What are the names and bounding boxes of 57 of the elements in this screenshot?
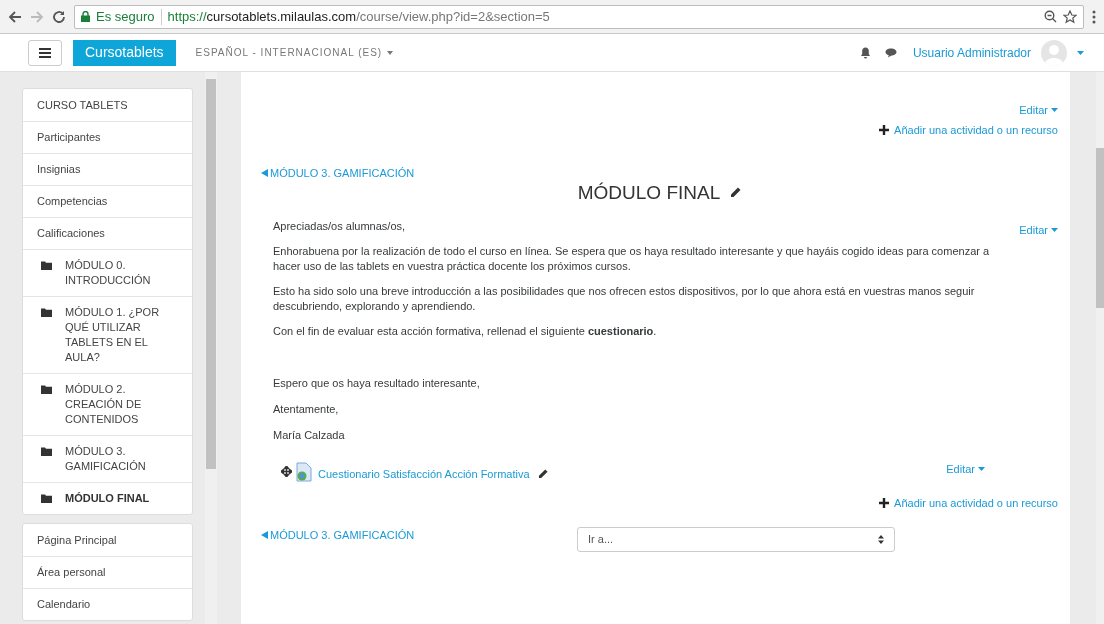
caret-icon [1051, 228, 1058, 232]
folder-icon [41, 261, 52, 270]
paragraph: Esto ha sido solo una breve introducción a las posibilidades que nos ofrecen estos dispositivos, por lo que ahora está en vuestras manos seguir descubriendo, explorando y aprendiendo. [273, 284, 976, 314]
folder-icon [41, 494, 52, 503]
section-title: MÓDULO FINAL [577, 180, 721, 205]
sidebar-item[interactable]: MÓDULO 2. CREACIÓN DE CONTENIDOS [23, 373, 192, 435]
folder-icon [41, 308, 52, 317]
sidebar-item[interactable]: MÓDULO 0. INTRODUCCIÓN [23, 249, 192, 296]
move-icon[interactable] [281, 466, 292, 478]
plus-icon [879, 124, 890, 135]
bell-icon[interactable] [859, 46, 871, 59]
sidebar-item[interactable]: Insignias [23, 153, 192, 185]
sidebar-item[interactable]: MÓDULO FINAL [23, 482, 192, 514]
caret-icon [387, 50, 394, 55]
paragraph: Con el fin de evaluar esta acción formativa, rellenad el siguiente cuestionario. [273, 324, 658, 339]
sidebar-item[interactable]: Página Principal [23, 524, 192, 556]
folder-icon [41, 385, 52, 394]
page-scrollbar[interactable] [1096, 72, 1104, 624]
sidebar-item[interactable]: MÓDULO 3. GAMIFICACIÓN [23, 435, 192, 482]
sidebar-item[interactable]: Competencias [23, 185, 192, 217]
sidebar-item[interactable]: MÓDULO 1. ¿POR QUÉ UTILIZAR TABLETS EN EL AULA? [23, 296, 192, 373]
menu-icon[interactable] [1092, 9, 1096, 24]
caret-icon [978, 466, 985, 471]
chat-icon[interactable] [884, 47, 897, 58]
folder-icon [41, 447, 52, 456]
hamburger-icon [39, 47, 51, 58]
address-bar[interactable]: Es seguro https://cursotablets.milaulas.com/course/view.php?id=2&section=5 [74, 4, 1084, 29]
select-arrows-icon [878, 535, 884, 544]
paragraph: Espero que os haya resultado interesante, [273, 376, 481, 391]
left-triangle-icon [261, 169, 268, 178]
lock-icon [81, 11, 90, 22]
left-triangle-icon [261, 531, 268, 540]
language-menu[interactable]: ESPAÑOL - INTERNACIONAL (ES) [195, 45, 394, 60]
security-label: Es seguro [96, 7, 155, 26]
caret-icon [1051, 108, 1058, 113]
pencil-icon[interactable] [730, 187, 742, 199]
menu-button[interactable] [28, 39, 62, 66]
sidebar-item[interactable]: Calificaciones [23, 217, 192, 249]
star-icon[interactable] [1063, 9, 1077, 24]
quiz-document-icon [295, 461, 313, 482]
paragraph: Apreciadas/os alumnas/os, [273, 219, 407, 234]
url-text: https://cursotablets.milaulas.com/course/view.php?id=2&section=5 [167, 7, 550, 26]
jump-select[interactable]: Ir a... [577, 527, 895, 552]
zoom-out-icon[interactable] [1044, 10, 1057, 23]
sidebar-item[interactable]: Participantes [23, 121, 192, 153]
sidebar-item[interactable]: Calendario [23, 588, 192, 620]
paragraph: Enhorabuena por la realización de todo el curso en línea. Se espera que os haya resultado interesante y que hayáis cogido ideas para comenzar a hacer uso de las tablets en vuestra práctica docente los próximos cursos. [273, 244, 991, 274]
back-icon[interactable] [8, 9, 22, 24]
paragraph: María Calzada [273, 428, 346, 443]
sidebar-item[interactable]: Área personal [23, 556, 192, 588]
reload-icon[interactable] [52, 9, 66, 24]
paragraph: Atentamente, [273, 402, 340, 417]
pencil-icon[interactable] [537, 469, 548, 480]
sidebar-scrollbar[interactable] [205, 72, 217, 624]
plus-icon [879, 497, 890, 508]
sidebar-item[interactable]: CURSO TABLETS [23, 89, 192, 121]
caret-icon[interactable] [1077, 50, 1084, 55]
